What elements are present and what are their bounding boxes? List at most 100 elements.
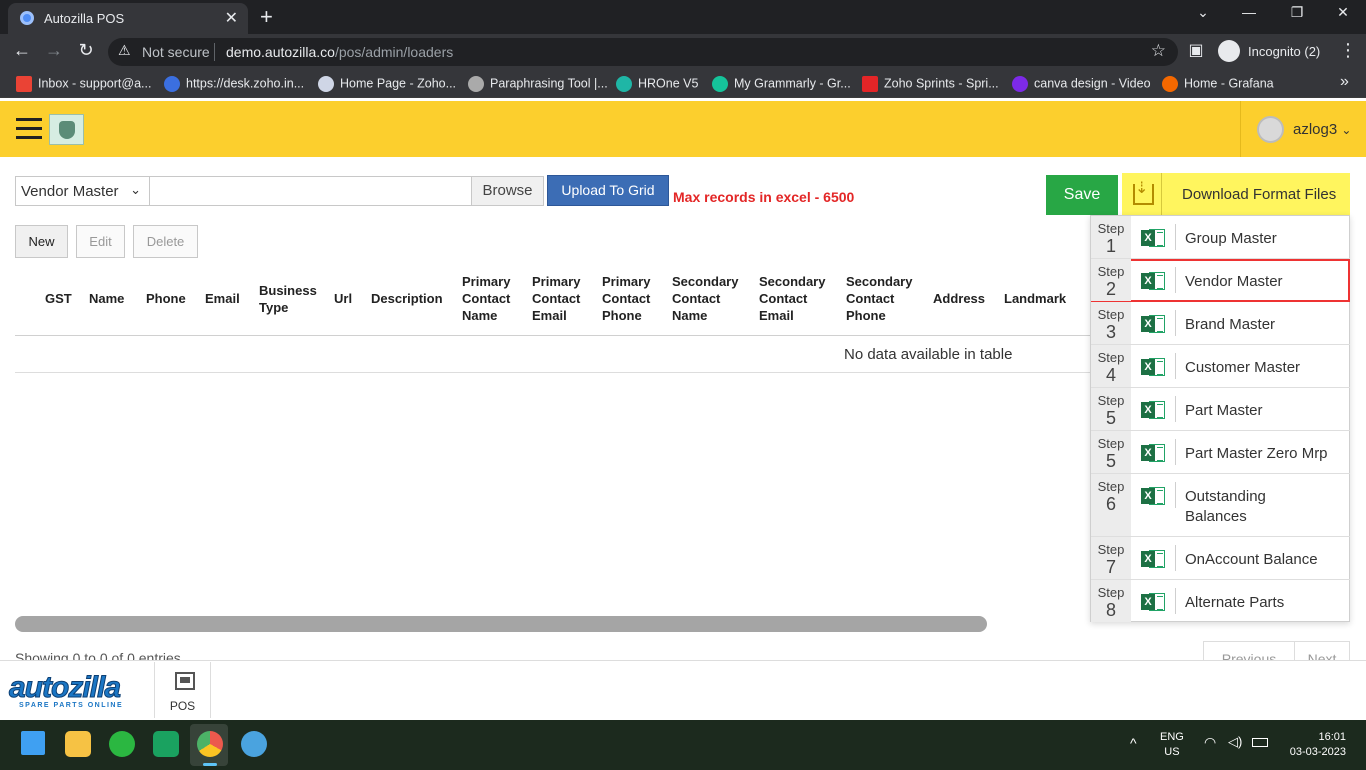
address-bar[interactable]: ⚠ Not secure demo.autozilla.co/pos/admin… — [108, 38, 1178, 66]
bookmark-zoho-desk[interactable]: https://desk.zoho.in... — [164, 76, 304, 92]
bookmark-grammarly[interactable]: My Grammarly - Gr... — [712, 76, 851, 92]
menu-item-vendor-master[interactable]: Step 2 X Vendor Master — [1091, 259, 1350, 302]
battery-icon[interactable] — [1252, 738, 1268, 747]
bookmark-star-icon[interactable]: ☆ — [1151, 41, 1166, 61]
header-text: Secondary — [846, 274, 913, 289]
excel-icon: X — [1141, 442, 1165, 464]
column-header-description[interactable]: Description — [371, 290, 443, 307]
column-header-primary-contact-phone[interactable]: Primary Contact Phone — [602, 273, 650, 324]
bookmark-zoho-home[interactable]: Home Page - Zoho... — [318, 76, 456, 92]
header-text: Phone — [146, 291, 186, 306]
column-header-landmark[interactable]: Landmark — [1004, 290, 1066, 307]
tab-close-icon[interactable]: ✕ — [225, 8, 238, 28]
header-text: Phone — [846, 308, 886, 323]
column-header-secondary-contact-phone[interactable]: Secondary Contact Phone — [846, 273, 912, 324]
pos-button[interactable]: POS — [154, 662, 211, 718]
browse-button[interactable]: Browse — [471, 176, 544, 206]
column-header-name[interactable]: Name — [89, 290, 124, 307]
upload-to-grid-button[interactable]: Upload To Grid — [547, 175, 669, 206]
step-label: Step — [1097, 350, 1125, 365]
step-number: 7 — [1105, 557, 1116, 577]
file-path-input[interactable] — [150, 176, 472, 206]
window-restore-button[interactable]: ❐ — [1282, 4, 1312, 21]
bookmark-gmail[interactable]: Inbox - support@a... — [16, 76, 151, 92]
file-explorer-icon[interactable] — [65, 731, 91, 757]
windows-start-icon[interactable] — [21, 731, 45, 755]
menu-item-part-master[interactable]: Step 5 X Part Master — [1091, 388, 1350, 431]
excel-icon: X — [1141, 227, 1165, 249]
header-text: Contact — [672, 291, 721, 306]
item-divider — [1175, 224, 1176, 250]
browser-tab[interactable]: Autozilla POS ✕ — [8, 3, 248, 34]
menu-item-onaccount-balance[interactable]: Step 7 X OnAccount Balance — [1091, 537, 1350, 580]
download-format-menu: Step 1 X Group Master Step 2 X Vendor Mast… — [1090, 215, 1350, 622]
download-format-files-button[interactable]: Download Format Files — [1122, 173, 1350, 215]
step-badge: Step 2 — [1091, 259, 1131, 301]
header-text: Url — [334, 291, 353, 306]
whatsapp-icon[interactable] — [109, 731, 135, 757]
volume-icon[interactable]: ◁) — [1228, 734, 1242, 750]
hamburger-menu-icon[interactable] — [16, 118, 42, 140]
tab-search-icon[interactable]: ⌄ — [1188, 4, 1218, 21]
bookmark-label: canva design - Video — [1034, 76, 1151, 91]
google-chat-icon[interactable] — [153, 731, 179, 757]
menu-item-alternate-parts[interactable]: Step 8 X Alternate Parts — [1091, 580, 1350, 622]
column-header-email[interactable]: Email — [205, 290, 240, 307]
column-header-primary-contact-name[interactable]: Primary Contact Name — [462, 273, 510, 324]
column-header-secondary-contact-email[interactable]: Secondary Contact Email — [759, 273, 825, 324]
bookmark-canva[interactable]: canva design - Video — [1012, 76, 1151, 92]
bookmark-hrone[interactable]: HROne V5 — [616, 76, 698, 92]
tray-overflow-icon[interactable]: ^ — [1130, 735, 1137, 751]
column-header-phone[interactable]: Phone — [146, 290, 186, 307]
back-arrow-icon[interactable]: ← — [10, 40, 34, 61]
wifi-icon[interactable]: ◠ — [1204, 734, 1216, 751]
horizontal-scrollbar[interactable] — [15, 616, 987, 632]
column-header-secondary-contact-name[interactable]: Secondary Contact Name — [672, 273, 738, 324]
bookmark-paraphrasing[interactable]: Paraphrasing Tool |... — [468, 76, 608, 92]
bookmark-grafana[interactable]: Home - Grafana — [1162, 76, 1274, 92]
browser-menu-icon[interactable]: ⋮ — [1336, 40, 1360, 61]
reading-panel-icon[interactable]: ▣ — [1184, 40, 1208, 60]
header-text: Contact — [462, 291, 511, 306]
clock[interactable]: 16:01 03-03-2023 — [1284, 730, 1346, 760]
excel-icon: X — [1141, 548, 1165, 570]
chevron-down-icon: ⌄ — [130, 182, 141, 197]
column-header-url[interactable]: Url — [334, 290, 352, 307]
menu-item-label: Group Master — [1185, 230, 1277, 247]
column-header-gst[interactable]: GST — [45, 290, 72, 307]
column-header-business-type[interactable]: Business Type — [259, 282, 317, 316]
menu-item-outstanding-balances[interactable]: Step 6 X Outstanding Balances — [1091, 474, 1350, 537]
menu-item-customer-master[interactable]: Step 4 X Customer Master — [1091, 345, 1350, 388]
window-minimize-button[interactable]: — — [1234, 4, 1264, 20]
zoho-sprints-icon — [862, 76, 878, 92]
column-header-address[interactable]: Address — [933, 290, 985, 307]
delete-button[interactable]: Delete — [133, 225, 198, 258]
active-app-highlight — [190, 724, 228, 766]
edit-button[interactable]: Edit — [76, 225, 125, 258]
bookmark-label: Paraphrasing Tool |... — [490, 76, 608, 91]
item-divider — [1175, 396, 1176, 422]
paint-icon[interactable] — [241, 731, 267, 757]
save-button[interactable]: Save — [1046, 175, 1118, 215]
autozilla-logo[interactable]: autozilla SPARE PARTS ONLINE — [8, 671, 135, 711]
step-number: 4 — [1105, 365, 1116, 385]
loader-type-select[interactable]: Vendor Master ⌄ — [15, 176, 150, 206]
bookmark-zoho-sprints[interactable]: Zoho Sprints - Spri... — [862, 76, 999, 92]
forward-arrow-icon[interactable]: → — [42, 40, 66, 61]
new-tab-button[interactable]: + — [260, 4, 273, 30]
menu-item-group-master[interactable]: Step 1 X Group Master — [1091, 216, 1350, 259]
user-menu[interactable]: azlog3 ⌄ — [1240, 101, 1366, 157]
step-number: 1 — [1105, 236, 1116, 256]
window-close-button[interactable]: ✕ — [1328, 4, 1358, 21]
menu-item-part-master-zero-mrp[interactable]: Step 5 X Part Master Zero Mrp — [1091, 431, 1350, 474]
bookmarks-overflow-icon[interactable]: » — [1340, 73, 1349, 91]
url-text: demo.autozilla.co/pos/admin/loaders — [226, 44, 453, 60]
menu-item-label: Part Master — [1185, 402, 1263, 419]
new-button[interactable]: New — [15, 225, 68, 258]
reload-icon[interactable]: ↻ — [74, 40, 98, 61]
menu-item-brand-master[interactable]: Step 3 X Brand Master — [1091, 302, 1350, 345]
excel-icon: X — [1141, 270, 1165, 292]
column-header-primary-contact-email[interactable]: Primary Contact Email — [532, 273, 580, 324]
language-indicator[interactable]: ENG US — [1160, 730, 1184, 760]
step-label: Step — [1097, 436, 1125, 451]
